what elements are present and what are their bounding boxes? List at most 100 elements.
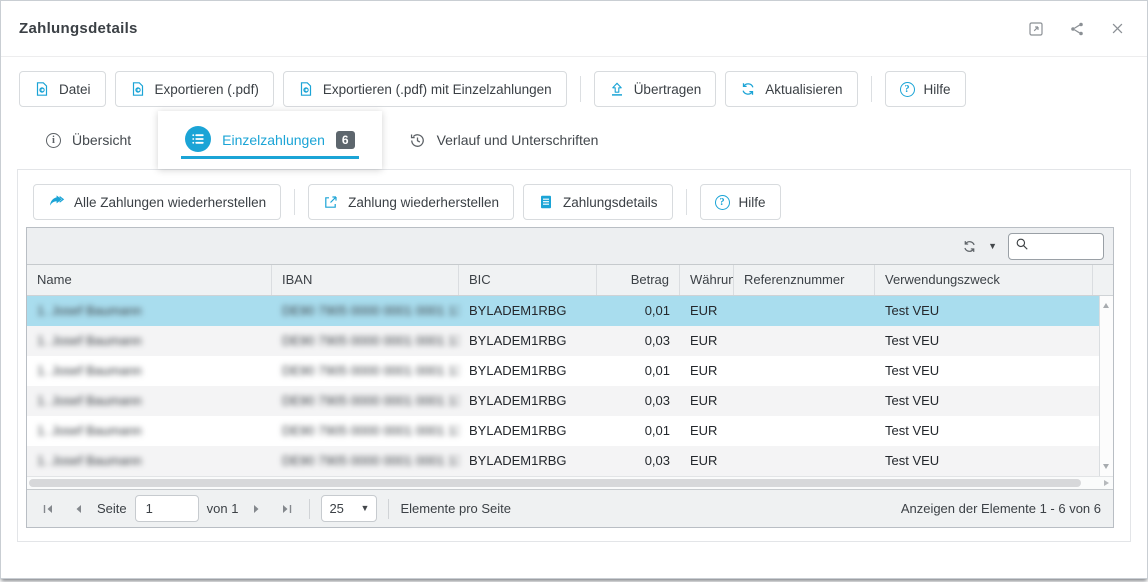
tab-einzelzahlungen[interactable]: Einzelzahlungen 6	[158, 111, 381, 169]
column-header-bic[interactable]: BIC	[459, 265, 597, 295]
table-row[interactable]: 1. Josef Baumann DE90 7905 0000 0001 000…	[27, 446, 1099, 476]
table-row[interactable]: 1. Josef Baumann DE90 7905 0000 0001 000…	[27, 326, 1099, 356]
export-icon	[130, 81, 146, 97]
cell-bic: BYLADEM1RBG	[459, 356, 597, 386]
help-button[interactable]: ? Hilfe	[885, 71, 966, 107]
grid-toolbar: ▼	[27, 228, 1113, 265]
pager: Seite von 1 25 ▼ Elemente pro Seite Anze…	[27, 489, 1113, 527]
previous-page-button[interactable]	[67, 498, 89, 520]
payment-details-button[interactable]: Zahlungsdetails	[523, 184, 673, 220]
refresh-icon	[740, 81, 756, 97]
column-header-referenznummer[interactable]: Referenznummer	[734, 265, 875, 295]
column-header-verwendungszweck[interactable]: Verwendungszweck	[875, 265, 1093, 295]
first-page-button[interactable]	[37, 498, 59, 520]
cell-betrag: 0,03	[597, 326, 680, 356]
export-icon	[298, 81, 314, 97]
file-button[interactable]: Datei	[19, 71, 106, 107]
history-icon	[409, 132, 426, 149]
search-icon	[1015, 237, 1029, 256]
cell-iban: DE90 7905 0000 0001 0001 13	[272, 386, 459, 416]
column-header-iban[interactable]: IBAN	[272, 265, 459, 295]
cell-iban: DE90 7905 0000 0001 0001 13	[272, 416, 459, 446]
column-header-name[interactable]: Name	[27, 265, 272, 295]
titlebar-actions	[1028, 21, 1125, 37]
main-toolbar: Datei Exportieren (.pdf) Exportieren (.p…	[1, 57, 1147, 107]
cell-bic: BYLADEM1RBG	[459, 326, 597, 356]
cell-bic: BYLADEM1RBG	[459, 386, 597, 416]
cell-name: 1. Josef Baumann	[27, 356, 272, 386]
items-per-page-label: Elemente pro Seite	[400, 501, 511, 516]
search-input[interactable]	[1034, 239, 1097, 254]
cell-referenznummer	[734, 296, 875, 326]
cell-referenznummer	[734, 356, 875, 386]
page-number-input[interactable]	[135, 495, 199, 522]
cell-name: 1. Josef Baumann	[27, 326, 272, 356]
document-icon	[538, 194, 554, 210]
cell-waehrung: EUR	[680, 356, 734, 386]
grid-refresh-icon[interactable]	[962, 239, 977, 254]
titlebar: Zahlungsdetails	[1, 1, 1147, 57]
cell-iban: DE90 7905 0000 0001 0001 13	[272, 356, 459, 386]
page-size-select[interactable]: 25 ▼	[321, 495, 377, 522]
table-body: 1. Josef Baumann DE90 7905 0000 0001 000…	[27, 296, 1099, 476]
cell-betrag: 0,03	[597, 386, 680, 416]
cell-referenznummer	[734, 416, 875, 446]
refresh-button[interactable]: Aktualisieren	[725, 71, 857, 107]
grid-options-caret-icon[interactable]: ▼	[988, 242, 997, 251]
cell-verwendungszweck: Test VEU	[875, 446, 1099, 476]
toolbar-separator	[871, 76, 872, 102]
cell-iban: DE90 7905 0000 0001 0001 13	[272, 326, 459, 356]
cell-betrag: 0,01	[597, 296, 680, 326]
payment-details-window: Zahlungsdetails Datei Exportieren (.pd	[0, 0, 1148, 579]
cell-verwendungszweck: Test VEU	[875, 296, 1099, 326]
horizontal-scrollbar-thumb[interactable]	[29, 479, 1081, 487]
restore-payment-button[interactable]: Zahlung wiederherstellen	[308, 184, 514, 220]
cell-waehrung: EUR	[680, 386, 734, 416]
transfer-button[interactable]: Übertragen	[594, 71, 717, 107]
cell-iban: DE90 7905 0000 0001 0001 13	[272, 296, 459, 326]
page-title: Zahlungsdetails	[19, 20, 138, 37]
share-icon[interactable]	[1069, 21, 1085, 37]
help-icon: ?	[715, 195, 730, 210]
cell-waehrung: EUR	[680, 416, 734, 446]
table-row[interactable]: 1. Josef Baumann DE90 7905 0000 0001 000…	[27, 356, 1099, 386]
file-icon	[34, 81, 50, 97]
cell-bic: BYLADEM1RBG	[459, 416, 597, 446]
export-pdf-with-items-button[interactable]: Exportieren (.pdf) mit Einzelzahlungen	[283, 71, 567, 107]
export-pdf-button[interactable]: Exportieren (.pdf)	[115, 71, 274, 107]
close-icon[interactable]	[1110, 21, 1125, 36]
page-of-label: von 1	[207, 501, 239, 516]
column-header-waehrung[interactable]: Währung	[680, 265, 734, 295]
table-row[interactable]: 1. Josef Baumann DE90 7905 0000 0001 000…	[27, 296, 1099, 326]
cell-iban: DE90 7905 0000 0001 0001 13	[272, 446, 459, 476]
restore-all-payments-button[interactable]: Alle Zahlungen wiederherstellen	[33, 184, 281, 220]
restore-payment-icon	[323, 194, 339, 210]
cell-bic: BYLADEM1RBG	[459, 446, 597, 476]
payments-grid: ▼ Name IBAN BIC Betrag Währung Referenzn…	[26, 227, 1114, 528]
cell-referenznummer	[734, 446, 875, 476]
grid-help-button[interactable]: ? Hilfe	[700, 184, 781, 220]
column-header-betrag[interactable]: Betrag	[597, 265, 680, 295]
help-icon: ?	[900, 82, 915, 97]
last-page-button[interactable]	[276, 498, 298, 520]
payments-count-badge: 6	[336, 131, 355, 149]
payments-toolbar: Alle Zahlungen wiederherstellen Zahlung …	[18, 170, 1130, 220]
next-page-button[interactable]	[246, 498, 268, 520]
cell-verwendungszweck: Test VEU	[875, 416, 1099, 446]
open-in-window-icon[interactable]	[1028, 21, 1044, 37]
restore-all-icon	[48, 194, 65, 210]
tab-content-panel: Alle Zahlungen wiederherstellen Zahlung …	[17, 169, 1131, 542]
table-row[interactable]: 1. Josef Baumann DE90 7905 0000 0001 000…	[27, 386, 1099, 416]
grid-body: 1. Josef Baumann DE90 7905 0000 0001 000…	[27, 296, 1113, 476]
cell-waehrung: EUR	[680, 326, 734, 356]
vertical-scrollbar[interactable]	[1099, 296, 1113, 476]
horizontal-scrollbar[interactable]	[27, 476, 1113, 489]
cell-waehrung: EUR	[680, 446, 734, 476]
tab-uebersicht[interactable]: i Übersicht	[19, 111, 158, 169]
cell-referenznummer	[734, 386, 875, 416]
cell-referenznummer	[734, 326, 875, 356]
cell-waehrung: EUR	[680, 296, 734, 326]
table-row[interactable]: 1. Josef Baumann DE90 7905 0000 0001 000…	[27, 416, 1099, 446]
cell-name: 1. Josef Baumann	[27, 296, 272, 326]
tab-verlauf[interactable]: Verlauf und Unterschriften	[382, 111, 626, 169]
